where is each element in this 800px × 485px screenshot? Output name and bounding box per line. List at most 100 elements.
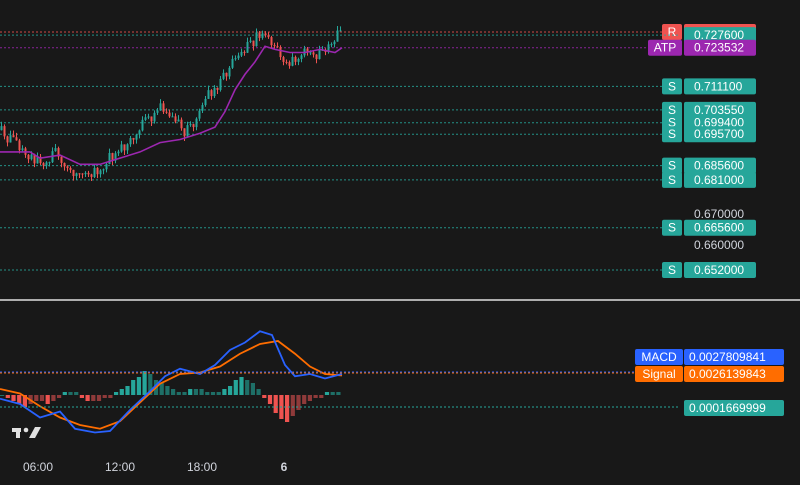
candle-body[interactable]	[201, 105, 204, 111]
candle-body[interactable]	[159, 103, 162, 111]
candle-body[interactable]	[168, 112, 171, 117]
candle-body[interactable]	[225, 72, 228, 77]
candle-body[interactable]	[252, 40, 255, 47]
candle-body[interactable]	[81, 173, 84, 175]
histogram-bar[interactable]	[228, 386, 233, 395]
candle-body[interactable]	[288, 62, 291, 66]
candle-body[interactable]	[171, 116, 174, 118]
candle-body[interactable]	[255, 32, 258, 47]
candle-body[interactable]	[231, 58, 234, 68]
candle-body[interactable]	[237, 55, 240, 59]
histogram-bar[interactable]	[296, 395, 301, 410]
candle-body[interactable]	[192, 124, 195, 128]
histogram-bar[interactable]	[307, 395, 312, 401]
candle-body[interactable]	[276, 46, 279, 48]
histogram-bar[interactable]	[216, 392, 221, 395]
histogram-bar[interactable]	[285, 395, 290, 422]
candle-body[interactable]	[6, 136, 9, 143]
candle-body[interactable]	[318, 50, 321, 60]
histogram-bar[interactable]	[262, 395, 267, 398]
candle-body[interactable]	[60, 156, 63, 163]
candle-body[interactable]	[312, 52, 315, 55]
candle-body[interactable]	[96, 167, 99, 175]
histogram-bar[interactable]	[233, 380, 238, 395]
candle-body[interactable]	[42, 163, 45, 166]
histogram-bar[interactable]	[336, 392, 341, 395]
trading-chart[interactable]: 0.6700000.660000R0.7286000.727600ATP0.72…	[0, 0, 800, 480]
histogram-bar[interactable]	[79, 395, 84, 398]
candle-body[interactable]	[78, 173, 81, 175]
candle-body[interactable]	[18, 140, 21, 151]
candle-body[interactable]	[90, 174, 93, 177]
candle-body[interactable]	[228, 67, 231, 77]
candle-body[interactable]	[54, 148, 57, 152]
candle-body[interactable]	[258, 32, 261, 38]
candle-body[interactable]	[210, 90, 213, 97]
candle-body[interactable]	[270, 37, 273, 46]
histogram-bar[interactable]	[0, 395, 5, 396]
histogram-bar[interactable]	[199, 389, 204, 395]
candle-body[interactable]	[126, 144, 129, 151]
histogram-bar[interactable]	[45, 395, 50, 404]
candle-body[interactable]	[72, 169, 75, 177]
candle-body[interactable]	[216, 87, 219, 90]
histogram-bar[interactable]	[182, 392, 187, 395]
candle-body[interactable]	[297, 58, 300, 62]
histogram-bar[interactable]	[273, 395, 278, 413]
histogram-bar[interactable]	[74, 392, 79, 395]
candle-body[interactable]	[174, 116, 177, 122]
candle-body[interactable]	[165, 111, 168, 113]
candle-body[interactable]	[162, 103, 165, 112]
candle-body[interactable]	[84, 172, 87, 175]
candle-body[interactable]	[30, 154, 33, 160]
candle-body[interactable]	[156, 110, 159, 113]
candle-body[interactable]	[15, 137, 18, 141]
histogram-bar[interactable]	[85, 395, 90, 401]
candle-body[interactable]	[291, 56, 294, 66]
candle-body[interactable]	[279, 47, 282, 58]
candle-body[interactable]	[3, 126, 6, 137]
candle-body[interactable]	[135, 134, 138, 140]
candle-body[interactable]	[9, 135, 12, 143]
candle-body[interactable]	[339, 30, 342, 32]
histogram-bar[interactable]	[290, 395, 295, 416]
candle-body[interactable]	[273, 45, 276, 47]
histogram-bar[interactable]	[51, 395, 56, 401]
candle-body[interactable]	[309, 52, 312, 54]
candle-body[interactable]	[198, 110, 201, 119]
histogram-bar[interactable]	[11, 395, 16, 401]
candle-body[interactable]	[330, 44, 333, 46]
histogram-bar[interactable]	[68, 392, 73, 395]
candle-body[interactable]	[249, 40, 252, 42]
candle-body[interactable]	[294, 56, 297, 62]
candle-body[interactable]	[45, 162, 48, 166]
candle-body[interactable]	[132, 138, 135, 140]
histogram-bar[interactable]	[330, 392, 335, 395]
candle-body[interactable]	[12, 135, 15, 138]
histogram-bar[interactable]	[102, 395, 107, 398]
candle-body[interactable]	[189, 124, 192, 126]
candle-body[interactable]	[129, 138, 132, 145]
histogram-bar[interactable]	[193, 389, 198, 395]
histogram-bar[interactable]	[205, 392, 210, 395]
histogram-bar[interactable]	[210, 392, 216, 395]
candle-body[interactable]	[21, 148, 24, 151]
histogram-bar[interactable]	[57, 395, 62, 398]
candle-body[interactable]	[66, 166, 69, 168]
histogram-bar[interactable]	[239, 377, 244, 395]
candle-body[interactable]	[75, 173, 78, 177]
candle-body[interactable]	[285, 61, 288, 63]
histogram-bar[interactable]	[222, 389, 227, 395]
histogram-bar[interactable]	[114, 392, 119, 395]
candle-body[interactable]	[219, 78, 222, 90]
candle-body[interactable]	[261, 33, 264, 38]
histogram-bar[interactable]	[136, 377, 141, 395]
candle-body[interactable]	[267, 35, 270, 38]
histogram-bar[interactable]	[319, 395, 324, 398]
candle-body[interactable]	[93, 167, 96, 177]
candle-body[interactable]	[264, 33, 267, 36]
candle-body[interactable]	[240, 51, 243, 56]
histogram-bar[interactable]	[256, 389, 261, 395]
histogram-bar[interactable]	[267, 395, 273, 404]
histogram-bar[interactable]	[171, 389, 176, 395]
